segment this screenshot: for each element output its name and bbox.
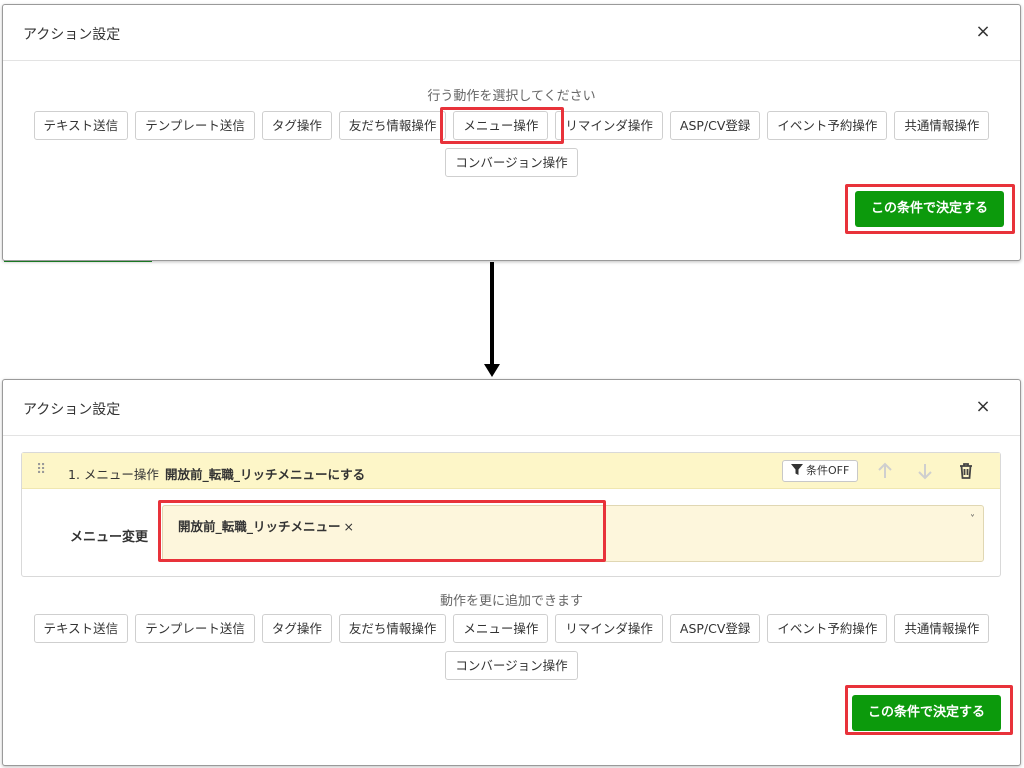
conversion-operation-button[interactable]: コンバージョン操作 (445, 651, 578, 680)
close-icon[interactable]: × (974, 23, 992, 41)
confirm-button[interactable]: この条件で決定する (855, 191, 1005, 227)
friend-info-operation-button[interactable]: 友だち情報操作 (338, 614, 447, 643)
action-button-row-2: コンバージョン操作 (3, 651, 1020, 680)
menu-select[interactable]: 開放前_転職_リッチメニュー × ˅ (162, 505, 984, 562)
selected-menu-chip: 開放前_転職_リッチメニュー × (178, 516, 354, 535)
action-button-row-2: コンバージョン操作 (3, 148, 1020, 177)
filter-icon (791, 464, 803, 475)
event-reservation-button[interactable]: イベント予約操作 (767, 111, 888, 140)
trash-icon[interactable] (956, 461, 976, 481)
action-card-body: メニュー変更 開放前_転職_リッチメニュー × ˅ (22, 489, 1000, 578)
text-send-button[interactable]: テキスト送信 (33, 111, 129, 140)
asp-cv-register-button[interactable]: ASP/CV登録 (669, 111, 761, 140)
confirm-button[interactable]: この条件で決定する (852, 695, 1002, 731)
condition-toggle-button[interactable]: 条件OFF (782, 460, 859, 482)
condition-toggle-label: 条件OFF (806, 464, 850, 477)
asp-cv-register-button[interactable]: ASP/CV登録 (669, 614, 761, 643)
conversion-operation-button[interactable]: コンバージョン操作 (445, 148, 578, 177)
chevron-down-icon[interactable]: ˅ (970, 514, 975, 525)
shared-info-operation-button[interactable]: 共通情報操作 (894, 111, 990, 140)
action-button-row: テキスト送信 テンプレート送信 タグ操作 友だち情報操作 メニュー操作 リマイン… (3, 111, 1020, 140)
shared-info-operation-button[interactable]: 共通情報操作 (894, 614, 990, 643)
action-number-label: 1. メニュー操作 (68, 467, 159, 482)
friend-info-operation-button[interactable]: 友だち情報操作 (338, 111, 447, 140)
close-icon[interactable]: × (974, 398, 992, 416)
template-send-button[interactable]: テンプレート送信 (135, 614, 255, 643)
menu-operation-button[interactable]: メニュー操作 (453, 111, 549, 140)
add-more-instruction: 動作を更に追加できます (439, 594, 583, 609)
action-card-header: ⠿ 1. メニュー操作 開放前_転職_リッチメニューにする 条件OFF (22, 453, 1000, 489)
reminder-operation-button[interactable]: リマインダ操作 (555, 111, 663, 140)
template-send-button[interactable]: テンプレート送信 (135, 111, 255, 140)
tag-operation-button[interactable]: タグ操作 (261, 111, 332, 140)
drag-handle-icon[interactable]: ⠿ (36, 462, 46, 478)
remove-chip-icon[interactable]: × (344, 519, 354, 534)
modal-title: アクション設定 (23, 27, 121, 43)
action-settings-modal-after: アクション設定 × ⠿ 1. メニュー操作 開放前_転職_リッチメニューにする … (2, 379, 1021, 766)
modal-header: アクション設定 × (3, 5, 1020, 61)
tag-operation-button[interactable]: タグ操作 (261, 614, 332, 643)
arrow-down-icon[interactable] (915, 461, 935, 481)
action-settings-modal-before: アクション設定 × 行う動作を選択してください テキスト送信 テンプレート送信 … (2, 4, 1021, 261)
event-reservation-button[interactable]: イベント予約操作 (767, 614, 888, 643)
menu-operation-button[interactable]: メニュー操作 (453, 614, 549, 643)
instruction-text: 行う動作を選択してください (427, 89, 596, 104)
reminder-operation-button[interactable]: リマインダ操作 (555, 614, 663, 643)
modal-header: アクション設定 × (3, 380, 1020, 436)
action-summary: 開放前_転職_リッチメニューにする (165, 467, 366, 482)
action-card: ⠿ 1. メニュー操作 開放前_転職_リッチメニューにする 条件OFF メニュー… (21, 452, 1001, 577)
flow-arrow-shaft (490, 262, 494, 368)
text-send-button[interactable]: テキスト送信 (33, 614, 129, 643)
action-button-row: テキスト送信 テンプレート送信 タグ操作 友だち情報操作 メニュー操作 リマイン… (3, 614, 1020, 643)
arrow-down-flow-icon (484, 364, 500, 377)
menu-change-label: メニュー変更 (70, 530, 149, 545)
selected-menu-value: 開放前_転職_リッチメニュー (178, 519, 341, 534)
arrow-up-icon[interactable] (875, 461, 895, 481)
modal-title: アクション設定 (23, 402, 121, 418)
